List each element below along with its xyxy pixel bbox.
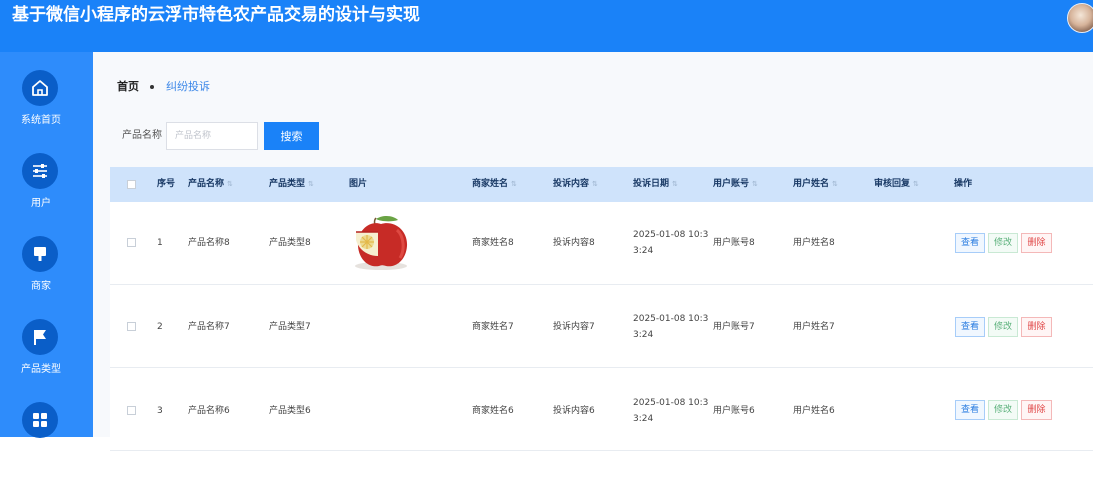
grid-icon [22,402,58,438]
sidebar-item-product-types[interactable]: 产品类型 [0,319,93,401]
user-avatar[interactable] [1067,3,1093,33]
home-icon [22,70,58,106]
complaints-table: 序号 产品名称 ⇅ 产品类型 ⇅ 图片 商家姓名 ⇅ 投诉内容 ⇅ 投诉日期 ⇅ 用户账号… [110,167,1093,451]
cell-complaint: 投诉内容7 [553,322,595,332]
sliders-icon [22,153,58,189]
sidebar-item-label: 产品类型 [21,364,61,375]
sort-icon[interactable]: ⇅ [752,180,758,188]
select-all-checkbox[interactable] [127,180,136,189]
col-index: 序号 [157,179,176,189]
row-checkbox[interactable] [127,238,136,247]
sort-icon[interactable]: ⇅ [592,180,598,188]
col-merchant-name[interactable]: 商家姓名 ⇅ [472,179,517,190]
cell-user-account: 用户账号8 [713,238,755,248]
row-checkbox[interactable] [127,406,136,415]
view-button[interactable]: 查看 [955,317,985,337]
table-row: 1 产品名称8 产品类型8 商家姓名8 投诉内容8 2025-01-08 10:… [110,202,1093,285]
cell-user-name: 用户姓名6 [793,406,835,416]
product-image-apple[interactable] [350,210,412,272]
cell-index: 3 [157,406,163,416]
cell-user-name: 用户姓名7 [793,322,835,332]
cell-product-type: 产品类型7 [269,322,311,332]
cell-merchant-name: 商家姓名6 [472,406,514,416]
cell-product-name: 产品名称7 [188,322,230,332]
cell-index: 2 [157,322,163,332]
breadcrumb-home[interactable]: 首页 [117,80,139,94]
col-user-name[interactable]: 用户姓名 ⇅ [793,179,838,190]
col-product-type[interactable]: 产品类型 ⇅ [269,179,314,190]
sidebar-item-users[interactable]: 用户 [0,153,93,235]
sort-icon[interactable]: ⇅ [672,180,678,188]
edit-button[interactable]: 修改 [988,317,1018,337]
col-review-reply[interactable]: 审核回复 ⇅ [874,179,919,190]
cell-user-account: 用户账号7 [713,322,755,332]
row-checkbox[interactable] [127,322,136,331]
table-row: 2 产品名称7 产品类型7 商家姓名7 投诉内容7 2025-01-08 10:… [110,285,1093,368]
cell-user-account: 用户账号6 [713,406,755,416]
sidebar-item-label: 商家 [31,281,51,292]
sidebar-item-label: 系统首页 [21,115,61,126]
search-input[interactable] [166,122,258,150]
cell-product-name: 产品名称8 [188,238,230,248]
edit-button[interactable]: 修改 [988,233,1018,253]
table-header: 序号 产品名称 ⇅ 产品类型 ⇅ 图片 商家姓名 ⇅ 投诉内容 ⇅ 投诉日期 ⇅ 用户账号… [110,167,1093,202]
sidebar-item-merchants[interactable]: 商家 [0,236,93,318]
cell-complaint-date: 2025-01-08 10:33:24 [633,314,709,340]
flag-icon [22,319,58,355]
cell-merchant-name: 商家姓名7 [472,322,514,332]
breadcrumb-current: 纠纷投诉 [166,80,210,93]
delete-button[interactable]: 删除 [1021,233,1052,253]
cell-complaint: 投诉内容6 [553,406,595,416]
app-title: 基于微信小程序的云浮市特色农产品交易的设计与实现 [12,5,420,25]
delete-button[interactable]: 删除 [1021,400,1052,420]
cell-product-name: 产品名称6 [188,406,230,416]
col-product-name[interactable]: 产品名称 ⇅ [188,179,233,190]
sidebar: 系统首页 用户 商家 产品类型 [0,52,93,438]
sort-icon[interactable]: ⇅ [511,180,517,188]
top-header: 基于微信小程序的云浮市特色农产品交易的设计与实现 [0,0,1093,52]
cell-complaint-date: 2025-01-08 10:33:24 [633,230,709,256]
col-image: 图片 [349,179,368,189]
sidebar-item-label: 用户 [31,198,51,209]
col-user-account[interactable]: 用户账号 ⇅ [713,179,758,190]
sort-icon[interactable]: ⇅ [308,180,314,188]
paint-brush-icon [22,236,58,272]
edit-button[interactable]: 修改 [988,400,1018,420]
cell-complaint: 投诉内容8 [553,238,595,248]
sort-icon[interactable]: ⇅ [913,180,919,188]
breadcrumb-separator [150,85,154,89]
col-actions: 操作 [954,179,973,189]
cell-complaint-date: 2025-01-08 10:33:24 [633,398,709,424]
col-complaint-date[interactable]: 投诉日期 ⇅ [633,179,678,190]
cell-product-type: 产品类型8 [269,238,311,248]
table-row: 3 产品名称6 产品类型6 商家姓名6 投诉内容6 2025-01-08 10:… [110,368,1093,451]
breadcrumb: 首页 纠纷投诉 [117,80,210,94]
col-complaint[interactable]: 投诉内容 ⇅ [553,179,598,190]
cell-merchant-name: 商家姓名8 [472,238,514,248]
delete-button[interactable]: 删除 [1021,317,1052,337]
cell-user-name: 用户姓名8 [793,238,835,248]
view-button[interactable]: 查看 [955,400,985,420]
sidebar-item-more[interactable] [0,402,93,484]
sort-icon[interactable]: ⇅ [227,180,233,188]
search-button[interactable]: 搜索 [264,122,319,150]
view-button[interactable]: 查看 [955,233,985,253]
cell-product-type: 产品类型6 [269,406,311,416]
sidebar-item-home[interactable]: 系统首页 [0,70,93,152]
cell-index: 1 [157,238,163,248]
sort-icon[interactable]: ⇅ [832,180,838,188]
search-label: 产品名称 [122,130,162,141]
